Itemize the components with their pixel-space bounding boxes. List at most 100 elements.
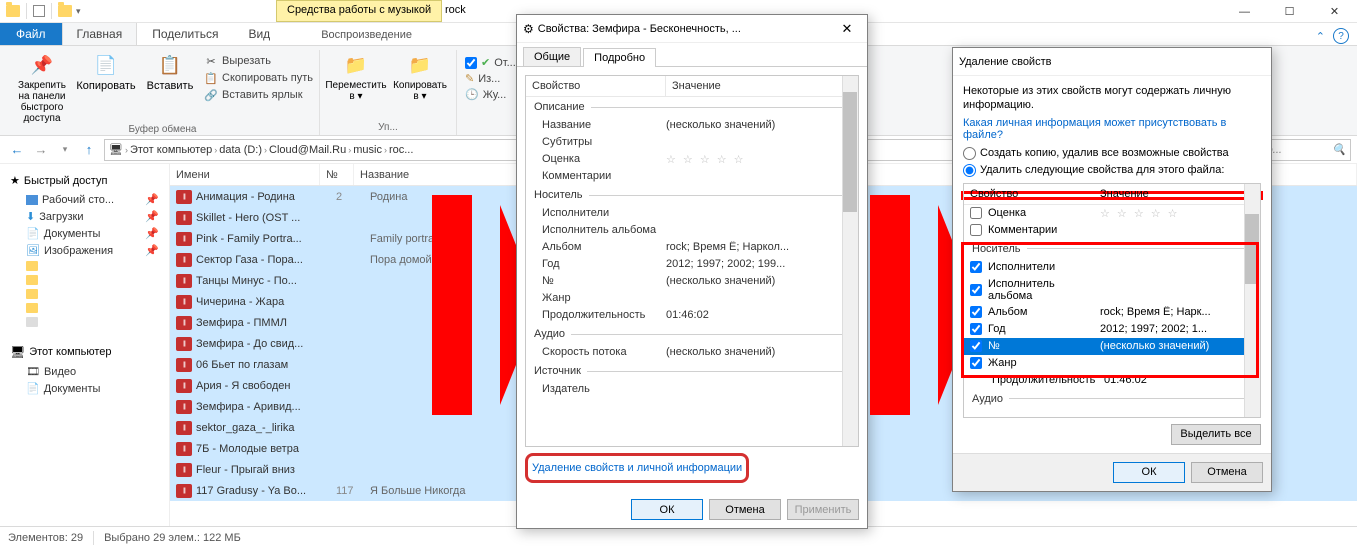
nav-pictures[interactable]: 🖼Изображения📌 [4,242,165,259]
info-link[interactable]: Какая личная информация может присутство… [963,113,1261,145]
radio-remove-selected[interactable]: Удалить следующие свойства для этого фай… [963,162,1261,179]
check-row[interactable]: Оценка☆ ☆ ☆ ☆ ☆ [964,205,1260,222]
check-row[interactable]: Жанр [964,355,1260,372]
prop-row[interactable]: Скорость потока(несколько значений) [526,344,858,361]
dialog-titlebar[interactable]: ⚙ Свойства: Земфира - Бесконечность, ...… [517,15,867,43]
rating-stars[interactable]: ☆ ☆ ☆ ☆ ☆ [666,153,850,166]
ribbon-collapse-icon[interactable]: ⌃ [1316,30,1325,43]
nav-downloads[interactable]: ⬇Загрузки📌 [4,208,165,225]
apply-button[interactable]: Применить [787,499,859,520]
dialog-titlebar[interactable]: Удаление свойств [953,48,1271,76]
prop-row[interactable]: Оценка☆ ☆ ☆ ☆ ☆ [526,151,858,168]
check-row[interactable]: №(несколько значений) [964,338,1260,355]
nav-folder[interactable] [4,259,165,273]
copy-button[interactable]: 📄 Копировать [76,50,136,92]
nav-folder[interactable] [4,301,165,315]
column-track[interactable]: № [320,164,354,185]
property-checklist: Свойство Значение Оценка☆ ☆ ☆ ☆ ☆ Коммен… [963,183,1261,418]
nav-folder[interactable] [4,315,165,329]
copy-to-button[interactable]: 📁 Копировать в ▾ [390,50,450,102]
header-value[interactable]: Значение [666,76,858,96]
folder-title: rock [445,4,466,16]
check-row[interactable]: Исполнитель альбома [964,276,1260,304]
column-name[interactable]: Имени [170,164,320,185]
move-to-button[interactable]: 📁 Переместить в ▾ [326,50,386,102]
copy-path-icon: 📋 [204,71,218,85]
prop-row[interactable]: Исполнители [526,205,858,222]
scrollbar[interactable] [1244,184,1260,417]
nav-video[interactable]: 🎞Видео [4,363,165,380]
prop-row[interactable]: Название(несколько значений) [526,117,858,134]
prop-row[interactable]: Исполнитель альбома [526,222,858,239]
audio-file-icon [176,463,192,477]
radio-create-copy[interactable]: Создать копию, удалив все возможные свой… [963,145,1261,162]
breadcrumb[interactable]: music [353,144,382,156]
prop-row[interactable]: Комментарии [526,168,858,185]
nav-desktop[interactable]: Рабочий сто...📌 [4,191,165,208]
ribbon-checkbox[interactable]: ✎Из... [465,72,516,85]
prop-row[interactable]: Издатель [526,381,858,398]
pin-to-quick-access-button[interactable]: 📌 Закрепить на панели быстрого доступа [12,50,72,124]
recent-locations-button[interactable]: ▾ [54,139,76,161]
breadcrumb[interactable]: Этот компьютер [130,144,212,156]
back-button[interactable]: ← [6,139,28,161]
nav-documents[interactable]: 📄Документы📌 [4,225,165,242]
pictures-icon: 🖼 [26,244,40,257]
audio-file-icon [176,295,192,309]
paste-shortcut-button[interactable]: 🔗Вставить ярлык [204,88,313,102]
quick-access-header[interactable]: ★Быстрый доступ [4,170,165,191]
prop-row[interactable]: Альбомrock; Время Ё; Наркол... [526,239,858,256]
check-row[interactable]: Альбомrock; Время Ё; Нарк... [964,304,1260,321]
prop-row[interactable]: Субтитры [526,134,858,151]
check-row[interactable]: Комментарии [964,222,1260,239]
remove-properties-link[interactable]: Удаление свойств и личной информации [532,458,742,478]
nav-folder[interactable] [4,287,165,301]
check-row[interactable]: Год2012; 1997; 2002; 1... [964,321,1260,338]
header-property[interactable]: Свойство [964,184,1094,204]
header-value[interactable]: Значение [1094,184,1260,204]
forward-button[interactable]: → [30,139,52,161]
prop-row[interactable]: №(несколько значений) [526,273,858,290]
copy-path-button[interactable]: 📋Скопировать путь [204,71,313,85]
check-row[interactable]: Исполнители [964,259,1260,276]
nav-documents2[interactable]: 📄Документы [4,380,165,397]
tab-home[interactable]: Главная [62,22,138,45]
prop-row[interactable]: Жанр [526,290,858,307]
cut-icon: ✂ [204,54,218,68]
prop-row[interactable]: Продолжительность01:46:02 [526,307,858,324]
close-button[interactable]: ✕ [1312,0,1357,23]
qat-item[interactable] [33,5,45,17]
prop-row[interactable]: Год2012; 1997; 2002; 199... [526,256,858,273]
dialog-close-button[interactable]: ✕ [827,15,867,43]
cancel-button[interactable]: Отмена [1191,462,1263,483]
maximize-button[interactable]: ☐ [1267,0,1312,23]
check-row[interactable]: Продолжительность01:46:02 [964,372,1260,389]
folder-icon[interactable] [58,5,72,17]
header-property[interactable]: Свойство [526,76,666,96]
tab-details[interactable]: Подробно [583,48,656,67]
tab-share[interactable]: Поделиться [137,22,233,45]
breadcrumb[interactable]: Cloud@Mail.Ru [269,144,346,156]
breadcrumb[interactable]: roc... [389,144,413,156]
breadcrumb[interactable]: data (D:) [219,144,262,156]
tab-playback[interactable]: Воспроизведение [291,25,442,45]
this-pc-header[interactable]: 🖥Этот компьютер [4,341,165,363]
qat-overflow[interactable]: ▾ [76,6,81,17]
paste-button[interactable]: 📋 Вставить [140,50,200,92]
nav-folder[interactable] [4,273,165,287]
scrollbar[interactable] [842,76,858,446]
ok-button[interactable]: ОК [1113,462,1185,483]
tab-general[interactable]: Общие [523,47,581,66]
cancel-button[interactable]: Отмена [709,499,781,520]
ribbon-checkbox[interactable]: ✔От... [465,56,516,69]
help-icon[interactable]: ? [1333,28,1349,44]
minimize-button[interactable]: — [1222,0,1267,23]
cut-button[interactable]: ✂Вырезать [204,54,313,68]
ribbon-checkbox[interactable]: 🕒Жу... [465,88,516,101]
ok-button[interactable]: ОК [631,499,703,520]
tab-view[interactable]: Вид [233,22,285,45]
file-tab[interactable]: Файл [0,23,62,45]
select-all-button[interactable]: Выделить все [1171,424,1261,445]
up-button[interactable]: ↑ [78,139,100,161]
file-name: Pink - Family Portra... [196,233,330,245]
